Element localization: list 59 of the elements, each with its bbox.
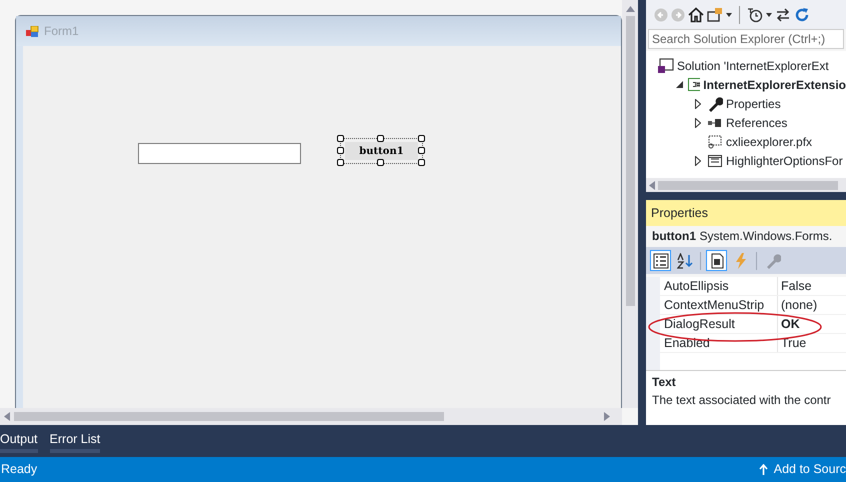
solution-icon xyxy=(658,58,674,74)
vertical-scrollbar[interactable] xyxy=(622,0,638,408)
object-name: button1 xyxy=(652,229,696,243)
home-icon[interactable] xyxy=(688,6,704,22)
scroll-left-icon[interactable] xyxy=(4,412,10,421)
project-icon xyxy=(688,76,700,92)
sort-icon xyxy=(676,252,692,268)
horizontal-scrollbar[interactable] xyxy=(646,178,846,192)
property-name: DialogResult xyxy=(660,315,778,333)
property-value[interactable]: OK xyxy=(778,315,800,333)
property-name: ContextMenuStrip xyxy=(660,296,778,314)
property-value[interactable]: False xyxy=(778,277,812,295)
certificate-icon xyxy=(707,134,723,150)
add-to-source-control-link[interactable]: Add to Sourc xyxy=(774,460,846,479)
search-field[interactable]: Search Solution Explorer (Ctrl+;) xyxy=(648,29,844,49)
document-icon xyxy=(708,252,724,268)
collapsed-arrow-icon[interactable] xyxy=(695,98,701,108)
panel-tab[interactable]: Error List xyxy=(50,425,100,453)
collapsed-arrow-icon[interactable] xyxy=(695,156,701,166)
description-text: The text associated with the contr xyxy=(652,392,832,409)
form-title: Form1 xyxy=(44,23,79,40)
toolbar-button[interactable] xyxy=(706,250,727,271)
scroll-left-icon[interactable] xyxy=(649,180,655,190)
form-icon xyxy=(26,26,39,36)
property-value[interactable]: True xyxy=(778,334,806,352)
wrench-icon xyxy=(707,96,723,112)
tree-item[interactable]: Solution 'InternetExplorerExt xyxy=(677,56,829,74)
tree-item[interactable]: InternetExplorerExtensio xyxy=(703,76,846,94)
description-title: Text xyxy=(652,374,677,391)
form-button[interactable]: button1 xyxy=(345,142,418,160)
collapsed-arrow-icon[interactable] xyxy=(695,118,701,128)
swap-arrows-icon[interactable] xyxy=(775,6,791,22)
scroll-up-icon[interactable] xyxy=(626,6,634,12)
text-box[interactable] xyxy=(138,143,301,164)
toolbar-button[interactable] xyxy=(674,250,695,271)
object-type: System.Windows.Forms. xyxy=(699,229,832,243)
tree-item[interactable]: HighlighterOptionsFor xyxy=(726,152,843,170)
wrench-icon xyxy=(764,252,780,268)
clock-icon[interactable] xyxy=(747,6,763,22)
categorized-icon xyxy=(652,252,668,268)
panel-tab[interactable]: Output xyxy=(0,425,38,453)
toolbar-button[interactable] xyxy=(650,250,671,271)
expanded-arrow-icon[interactable] xyxy=(676,81,684,88)
up-arrow-icon[interactable] xyxy=(758,464,768,475)
refresh-icon[interactable] xyxy=(794,6,810,22)
horizontal-scrollbar[interactable] xyxy=(0,408,622,425)
scroll-right-icon[interactable] xyxy=(604,412,610,421)
tree-item[interactable]: cxlieexplorer.pfx xyxy=(726,132,812,150)
tree-item[interactable]: References xyxy=(726,114,788,132)
form-icon xyxy=(707,152,723,168)
resize-handle[interactable] xyxy=(377,134,384,142)
panel-title: Properties xyxy=(646,200,846,226)
status-text: Ready xyxy=(1,461,38,478)
property-name: Enabled xyxy=(660,334,778,352)
dropdown-caret-icon[interactable] xyxy=(726,12,732,16)
property-value[interactable]: (none) xyxy=(778,296,818,314)
tree-item[interactable]: Properties xyxy=(726,94,781,112)
dropdown-caret-icon[interactable] xyxy=(766,12,772,16)
property-name: AutoEllipsis xyxy=(660,277,778,295)
